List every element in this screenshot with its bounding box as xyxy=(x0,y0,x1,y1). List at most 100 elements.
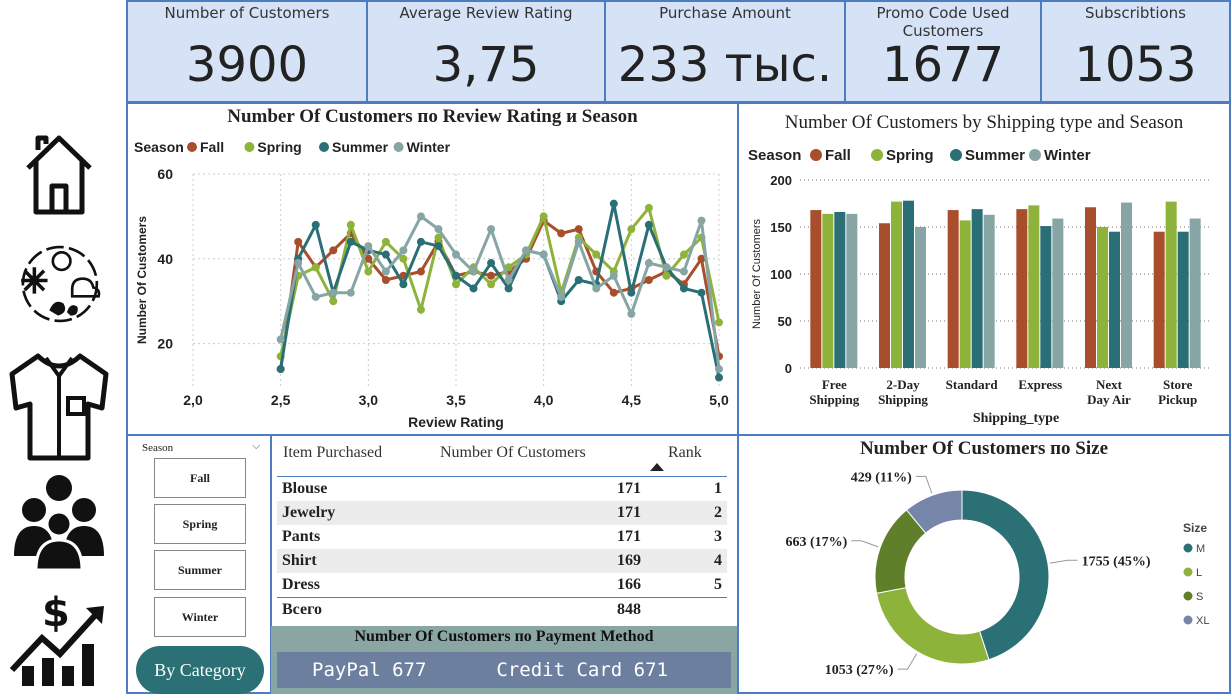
data-point xyxy=(539,212,548,221)
column-header-customers[interactable]: Number Of Customers xyxy=(440,444,586,462)
legend-marker xyxy=(1183,567,1193,577)
data-point xyxy=(452,271,460,280)
x-axis-label: Shipping_type xyxy=(973,411,1059,426)
bar-fall xyxy=(947,210,959,368)
legend-marker xyxy=(1183,543,1193,553)
data-point xyxy=(609,199,618,208)
line-chart-title: Number Of Customers по Review Rating и S… xyxy=(227,106,638,127)
data-point xyxy=(346,288,355,297)
data-point xyxy=(416,305,425,314)
legend-label: L xyxy=(1196,567,1202,579)
data-point xyxy=(679,267,688,276)
bar-chart: Season Fall Spring Summer Winter 0 50 100 150 200… xyxy=(748,147,1212,426)
legend-marker xyxy=(1183,615,1193,625)
legend-label: Summer xyxy=(965,147,1025,164)
people-icon[interactable] xyxy=(8,472,110,572)
nav-rail: $ xyxy=(0,0,126,694)
x-tick-label: Next Day Air xyxy=(1087,377,1131,407)
credit-card-value: Credit Card 671 xyxy=(496,659,668,681)
y-axis-label: Number Of Customers xyxy=(135,216,149,344)
data-point xyxy=(627,225,636,234)
data-point xyxy=(609,288,618,297)
data-point xyxy=(662,263,671,272)
legend-label: Spring xyxy=(886,147,934,164)
data-point xyxy=(452,280,460,289)
data-point xyxy=(644,220,653,229)
column-header-item[interactable]: Item Purchased xyxy=(283,444,382,462)
y-tick-label: 50 xyxy=(778,314,792,329)
weather-icon[interactable] xyxy=(8,240,110,328)
kpi-value: 1677 xyxy=(881,37,1005,93)
slicer-item-spring[interactable]: Spring xyxy=(154,504,246,544)
bar-spring xyxy=(1097,227,1108,368)
data-point xyxy=(487,271,496,280)
shirt-icon[interactable] xyxy=(8,352,110,462)
y-tick-label: 20 xyxy=(157,336,173,352)
legend-marker xyxy=(187,142,197,152)
data-point xyxy=(679,284,688,293)
y-axis-label: Number Of Customers xyxy=(751,218,763,329)
data-point xyxy=(329,246,338,255)
slicer-item-fall[interactable]: Fall xyxy=(154,458,246,498)
growth-chart-icon[interactable]: $ xyxy=(8,588,110,688)
legend-marker xyxy=(393,142,404,152)
data-point xyxy=(679,250,688,259)
bar-summer xyxy=(1109,231,1120,368)
data-point xyxy=(416,212,425,221)
data-point xyxy=(276,335,285,344)
legend-label: Summer xyxy=(332,139,389,155)
table-row[interactable]: Dress 166 5 xyxy=(277,573,727,597)
sort-ascending-icon[interactable] xyxy=(650,463,664,471)
bar-spring xyxy=(891,201,902,368)
bar-winter xyxy=(1189,218,1201,368)
legend-label: Fall xyxy=(200,139,224,155)
bar-summer xyxy=(1040,226,1052,368)
home-icon[interactable] xyxy=(8,128,110,216)
kpi-label: Number of Customers xyxy=(164,4,330,22)
data-point xyxy=(715,365,723,374)
data-point xyxy=(504,276,513,284)
data-point xyxy=(381,267,390,276)
table-row[interactable]: Pants 171 3 xyxy=(277,525,727,549)
y-tick-label: 200 xyxy=(770,173,792,188)
x-tick-label: 4,5 xyxy=(622,392,642,408)
data-point xyxy=(557,292,566,301)
data-label: 663 (17%) xyxy=(785,535,847,550)
chevron-down-icon[interactable]: ⌵ xyxy=(252,440,260,453)
x-tick-label: Free Shipping xyxy=(809,377,859,407)
bar-fall xyxy=(1153,231,1165,368)
data-point xyxy=(346,237,355,246)
legend-title: Season xyxy=(748,147,801,164)
data-point xyxy=(522,246,531,255)
y-tick-label: 40 xyxy=(157,251,173,267)
kpi-card-purchase-amount: Purchase Amount 233 тыс. xyxy=(604,0,846,103)
data-point xyxy=(487,225,496,234)
slicer-item-summer[interactable]: Summer xyxy=(154,550,246,590)
kpi-label: Average Review Rating xyxy=(399,4,573,22)
data-point xyxy=(644,276,653,284)
data-point xyxy=(294,259,303,268)
bar-spring xyxy=(959,220,971,368)
by-category-button[interactable]: By Category xyxy=(136,646,264,694)
data-point xyxy=(434,225,443,234)
leader-line xyxy=(851,540,879,548)
data-point xyxy=(644,203,653,212)
y-tick-label: 150 xyxy=(770,220,792,235)
data-point xyxy=(416,267,425,276)
leader-line xyxy=(1049,559,1078,564)
series-line-spring xyxy=(279,204,721,357)
kpi-card-subscriptions: Subscribtions 1053 xyxy=(1040,0,1231,103)
data-point xyxy=(399,280,408,289)
table-row[interactable]: Blouse 171 1 xyxy=(277,477,727,501)
data-point xyxy=(416,237,425,246)
bar-winter xyxy=(846,213,858,368)
line-chart: Season Fall Spring Summer Winter 20 40 60 2,0 2,5… xyxy=(134,139,729,430)
legend-marker xyxy=(871,149,883,161)
column-header-rank[interactable]: Rank xyxy=(668,444,702,462)
x-tick-label: 3,0 xyxy=(359,392,379,408)
slicer-item-winter[interactable]: Winter xyxy=(154,597,246,637)
data-point xyxy=(381,237,390,246)
table-row[interactable]: Shirt 169 4 xyxy=(277,549,727,573)
legend-label: Spring xyxy=(257,139,301,155)
table-row[interactable]: Jewelry 171 2 xyxy=(277,501,727,525)
